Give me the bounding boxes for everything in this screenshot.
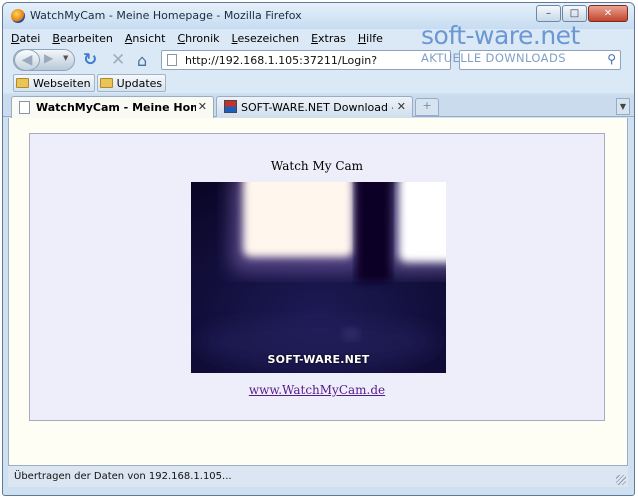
- bookmarks-toolbar: Webseiten Updates: [3, 73, 634, 93]
- address-bar[interactable]: http://192.168.1.105:37211/Login?: [161, 50, 451, 70]
- tab-close-icon[interactable]: ✕: [198, 100, 207, 113]
- menu-bearbeiten[interactable]: Bearbeiten: [52, 32, 112, 45]
- menu-ansicht[interactable]: Ansicht: [125, 32, 166, 45]
- back-arrow-icon: ◀: [21, 52, 33, 68]
- menu-chronik[interactable]: Chronik: [177, 32, 219, 45]
- bookmark-updates[interactable]: Updates: [96, 74, 167, 92]
- folder-icon: [16, 78, 29, 88]
- webcam-image-graphic: [191, 182, 446, 373]
- minimize-button[interactable]: –: [536, 5, 561, 22]
- window-controls: – □ ✕: [535, 5, 628, 22]
- tab-label: WatchMyCam - Meine Homepage: [36, 101, 196, 114]
- watchmycam-link[interactable]: www.WatchMyCam.de: [30, 383, 604, 397]
- home-icon[interactable]: ⌂: [137, 51, 147, 70]
- tab-bar: WatchMyCam - Meine Homepage ✕ SOFT-WARE.…: [3, 95, 634, 118]
- maximize-button[interactable]: □: [562, 5, 587, 22]
- soft-ware-favicon-icon: [224, 100, 237, 113]
- tab-watchmycam[interactable]: WatchMyCam - Meine Homepage ✕: [11, 96, 214, 118]
- page-content: Watch My Cam SOFT-WARE.NET www.WatchMyCa…: [8, 118, 628, 465]
- webcam-image: SOFT-WARE.NET: [191, 182, 446, 373]
- search-icon[interactable]: ⚲: [607, 52, 616, 66]
- back-forward-group: ◀ ▶ ▼: [13, 49, 75, 71]
- page-icon: [167, 54, 177, 66]
- page-icon: [19, 101, 30, 114]
- image-watermark: SOFT-WARE.NET: [267, 353, 370, 366]
- status-text: Übertragen der Daten von 192.168.1.105..…: [14, 471, 232, 482]
- menu-hilfe[interactable]: Hilfe: [358, 32, 383, 45]
- menu-extras[interactable]: Extras: [311, 32, 346, 45]
- bookmark-label: Webseiten: [33, 76, 91, 90]
- tab-soft-ware[interactable]: SOFT-WARE.NET Download - Freew... ✕: [216, 96, 413, 117]
- navigation-toolbar: ◀ ▶ ▼ ↻ ✕ ⌂ http://192.168.1.105:37211/L…: [3, 47, 634, 73]
- status-bar: Übertragen der Daten von 192.168.1.105..…: [8, 465, 628, 487]
- history-dropdown-icon[interactable]: ▼: [63, 54, 68, 62]
- search-bar[interactable]: ⚲: [459, 50, 621, 70]
- new-tab-button[interactable]: +: [415, 98, 439, 116]
- close-button[interactable]: ✕: [588, 5, 628, 22]
- menu-datei[interactable]: Datei: [11, 32, 40, 45]
- bookmark-label: Updates: [116, 76, 163, 90]
- page-title: Watch My Cam: [270, 159, 364, 173]
- tab-close-icon[interactable]: ✕: [397, 100, 406, 113]
- stop-icon[interactable]: ✕: [111, 50, 125, 70]
- title-bar: WatchMyCam - Meine Homepage - Mozilla Fi…: [3, 3, 634, 29]
- url-input[interactable]: http://192.168.1.105:37211/Login?: [185, 54, 377, 67]
- cam-panel: Watch My Cam SOFT-WARE.NET www.WatchMyCa…: [29, 133, 605, 421]
- folder-icon: [99, 78, 113, 88]
- tab-label: SOFT-WARE.NET Download - Freew...: [241, 101, 393, 114]
- firefox-logo-icon: [11, 9, 25, 23]
- tab-list-dropdown-icon[interactable]: ▼: [616, 98, 630, 115]
- window-title: WatchMyCam - Meine Homepage - Mozilla Fi…: [30, 9, 302, 22]
- menu-bar: Datei Bearbeiten Ansicht Chronik Lesezei…: [3, 29, 634, 47]
- forward-button[interactable]: ▶: [44, 51, 53, 65]
- reload-icon[interactable]: ↻: [83, 50, 97, 70]
- bookmark-webseiten[interactable]: Webseiten: [13, 74, 95, 92]
- resize-grip-icon[interactable]: [616, 475, 626, 485]
- browser-window: WatchMyCam - Meine Homepage - Mozilla Fi…: [2, 2, 635, 496]
- menu-lesezeichen[interactable]: Lesezeichen: [232, 32, 300, 45]
- back-button[interactable]: ◀: [14, 49, 40, 71]
